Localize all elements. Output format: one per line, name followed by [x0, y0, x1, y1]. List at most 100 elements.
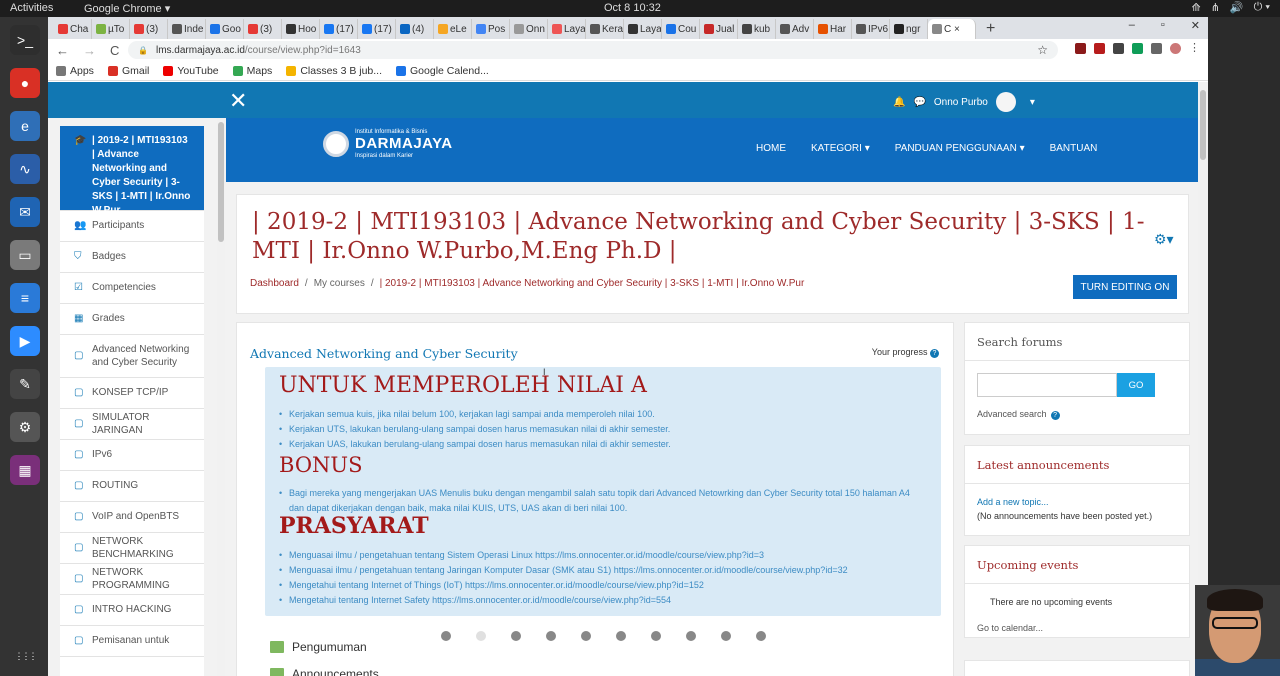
- puzzle-icon[interactable]: [1151, 43, 1162, 54]
- help-icon[interactable]: ?: [1050, 411, 1060, 420]
- power-icon[interactable]: ⏻ ▾: [1254, 1, 1270, 14]
- star-icon[interactable]: ☆: [1037, 43, 1048, 57]
- forum-pengumuman[interactable]: Pengumuman: [270, 633, 379, 660]
- pagination-dot[interactable]: [616, 631, 626, 641]
- bookmark-item[interactable]: Classes 3 B jub...: [286, 65, 382, 77]
- sidebar-item[interactable]: ▢ Pemisanan untuk: [60, 626, 204, 657]
- add-topic-link[interactable]: Add a new topic...: [977, 497, 1049, 507]
- bookmark-item[interactable]: Google Calend...: [396, 65, 489, 77]
- ublock-icon[interactable]: [1094, 43, 1105, 54]
- messages-icon[interactable]: 💬: [913, 97, 925, 108]
- activities-button[interactable]: Activities: [10, 2, 53, 14]
- system-tray[interactable]: ⟰ ⋔ 🔊 ⏻ ▾: [1191, 1, 1270, 14]
- menu-bantuan[interactable]: BANTUAN: [1050, 143, 1098, 154]
- breadcrumb-course[interactable]: | 2019-2 | MTI193103 | Advance Networkin…: [380, 278, 805, 289]
- browser-tab[interactable]: (4): [396, 19, 434, 39]
- help-icon[interactable]: ?: [930, 349, 939, 358]
- browser-tab[interactable]: Goo: [206, 19, 244, 39]
- browser-tab[interactable]: (3): [130, 19, 168, 39]
- sidebar-item[interactable]: ▢ NETWORK BENCHMARKING: [60, 533, 204, 564]
- pagination-dot[interactable]: [546, 631, 556, 641]
- sidebar-item[interactable]: ▢ SIMULATOR JARINGAN: [60, 409, 204, 440]
- back-icon[interactable]: ←: [56, 43, 69, 58]
- sidebar-item[interactable]: ⛉ Badges: [60, 242, 204, 273]
- browser-tab[interactable]: kub: [738, 19, 776, 39]
- volume-icon[interactable]: 🔊: [1230, 1, 1244, 14]
- sidebar-item[interactable]: ▢ INTRO HACKING: [60, 595, 204, 626]
- browser-tab[interactable]: Kera: [586, 19, 624, 39]
- new-tab-button[interactable]: +: [986, 20, 995, 38]
- reload-icon[interactable]: C: [110, 43, 119, 58]
- drawer-scrollbar[interactable]: [217, 118, 225, 676]
- forum-announcements[interactable]: Announcements: [270, 660, 379, 676]
- menu-kategori[interactable]: KATEGORI ▾: [811, 143, 870, 154]
- notification-icon[interactable]: 🔔: [893, 97, 905, 108]
- browser-tab[interactable]: Cou: [662, 19, 700, 39]
- pagination-dot-active[interactable]: [476, 631, 486, 641]
- clock[interactable]: Oct 8 10:32: [604, 2, 661, 14]
- sidebar-item[interactable]: ☑ Competencies: [60, 273, 204, 304]
- browser-tab[interactable]: ngr: [890, 19, 928, 39]
- address-bar[interactable]: 🔒 lms.darmajaya.ac.id/course/view.php?id…: [128, 41, 1058, 59]
- turn-editing-on-button[interactable]: TURN EDITING ON: [1073, 275, 1177, 299]
- browser-tab[interactable]: Hoo: [282, 19, 320, 39]
- pagination-dot[interactable]: [511, 631, 521, 641]
- sidebar-item[interactable]: ▢ Advanced Networking and Cyber Security: [60, 335, 204, 378]
- network-icon[interactable]: ⋔: [1211, 1, 1220, 14]
- browser-tab[interactable]: IPv6: [852, 19, 890, 39]
- browser-tab[interactable]: (17): [320, 19, 358, 39]
- terminal-icon[interactable]: >_: [10, 25, 40, 55]
- bookmark-item[interactable]: Maps: [232, 65, 272, 77]
- show-apps-icon[interactable]: ⋮⋮⋮: [10, 641, 40, 671]
- go-to-calendar-link[interactable]: Go to calendar...: [977, 623, 1043, 633]
- files-icon[interactable]: ▭: [10, 240, 40, 270]
- user-menu-caret[interactable]: ▾: [1030, 97, 1035, 108]
- gear-icon[interactable]: ⚙▾: [1154, 231, 1174, 248]
- advanced-search-label[interactable]: Advanced search: [977, 409, 1047, 419]
- extension-icon[interactable]: [1113, 43, 1124, 54]
- accessibility-icon[interactable]: ⟰: [1191, 1, 1200, 14]
- breadcrumb-dashboard[interactable]: Dashboard: [250, 278, 299, 289]
- monitor-icon[interactable]: ∿: [10, 154, 40, 184]
- extension-icon[interactable]: [1075, 43, 1086, 54]
- browser-tab[interactable]: Har: [814, 19, 852, 39]
- pagination-dot[interactable]: [721, 631, 731, 641]
- chrome-icon[interactable]: ●: [10, 68, 40, 98]
- browser-tab[interactable]: Cha: [54, 19, 92, 39]
- maximize-icon[interactable]: ▫: [1161, 19, 1165, 32]
- active-tab[interactable]: C ×: [928, 19, 976, 39]
- user-name[interactable]: Onno Purbo: [934, 97, 988, 108]
- advanced-search-link[interactable]: Advanced search?: [977, 409, 1060, 420]
- browser-tab[interactable]: Pos: [472, 19, 510, 39]
- browser-tab[interactable]: Laya: [548, 19, 586, 39]
- zoom-icon[interactable]: ▶: [10, 326, 40, 356]
- sidebar-item[interactable]: ▢ KONSEP TCP/IP: [60, 378, 204, 409]
- menu-panduan[interactable]: PANDUAN PENGGUNAAN ▾: [895, 143, 1025, 154]
- settings-icon[interactable]: ⚙: [10, 412, 40, 442]
- app-menu[interactable]: Google Chrome ▾: [84, 2, 170, 15]
- darmajaya-logo[interactable]: Institut Informatika & Bisnis DARMAJAYA In…: [323, 128, 453, 160]
- editor-icon[interactable]: ✎: [10, 369, 40, 399]
- search-input[interactable]: [977, 373, 1117, 397]
- minimize-icon[interactable]: –: [1129, 19, 1135, 32]
- sidebar-item-current-course[interactable]: 🎓 | 2019-2 | MTI193103 | Advance Networki…: [60, 126, 204, 216]
- menu-icon[interactable]: ⋮: [1189, 43, 1200, 54]
- pagination-dot[interactable]: [441, 631, 451, 641]
- browser-tab[interactable]: µTo: [92, 19, 130, 39]
- sidebar-item[interactable]: ▢ NETWORK PROGRAMMING: [60, 564, 204, 595]
- user-avatar[interactable]: [995, 92, 1016, 112]
- browser-tab[interactable]: Inde: [168, 19, 206, 39]
- mail-icon[interactable]: ✉: [10, 197, 40, 227]
- sidebar-item[interactable]: ▢ VoIP and OpenBTS: [60, 502, 204, 533]
- sheets-icon[interactable]: [1132, 43, 1143, 54]
- browser-icon[interactable]: e: [10, 111, 40, 141]
- document-icon[interactable]: ≡: [10, 283, 40, 313]
- pagination-dot[interactable]: [651, 631, 661, 641]
- module-label[interactable]: Announcements: [292, 667, 379, 676]
- breadcrumb-my-courses[interactable]: My courses: [314, 278, 365, 289]
- module-label[interactable]: Pengumuman: [292, 640, 367, 654]
- bookmark-item[interactable]: Gmail: [107, 65, 149, 77]
- bookmark-item[interactable]: Apps: [56, 65, 94, 77]
- browser-tab[interactable]: Onn: [510, 19, 548, 39]
- browser-tab[interactable]: Jual: [700, 19, 738, 39]
